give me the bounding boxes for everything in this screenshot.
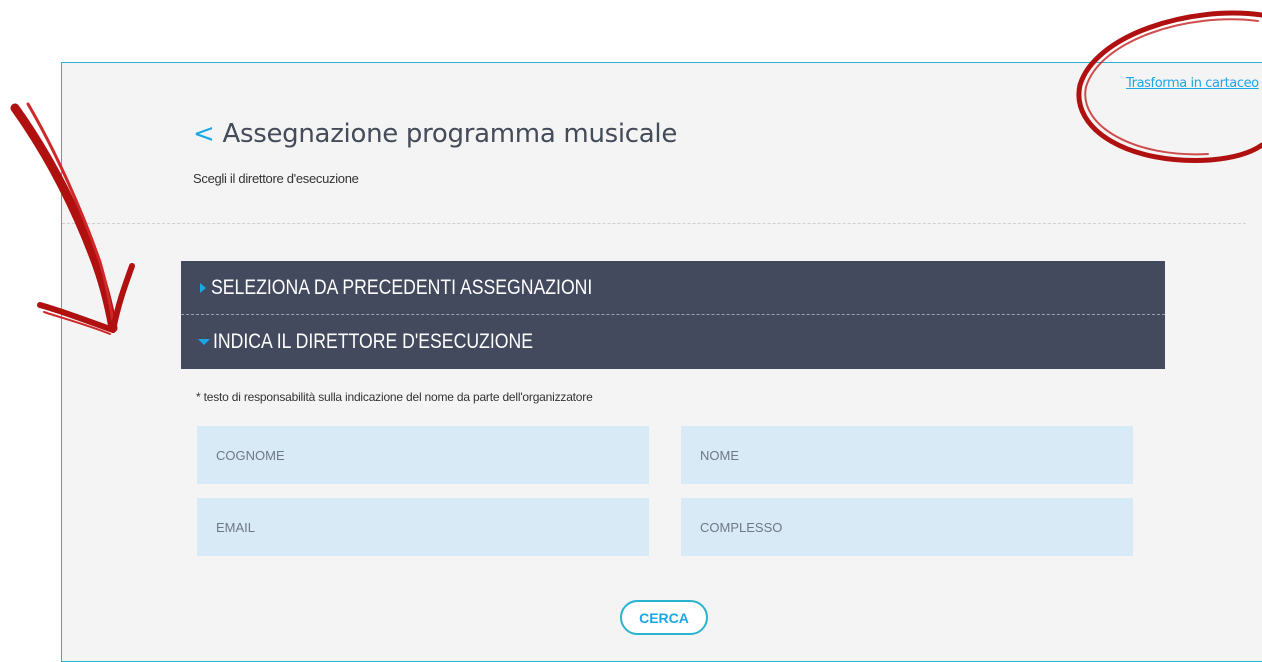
accordion: SELEZIONA DA PRECEDENTI ASSEGNAZIONI IND…	[181, 261, 1165, 369]
email-input[interactable]	[197, 498, 649, 556]
section-divider	[62, 223, 1246, 224]
convert-to-paper-link[interactable]: Trasforma in cartaceo	[1126, 76, 1259, 91]
responsibility-note: * testo di responsabilità sulla indicazi…	[196, 390, 593, 404]
accordion-item-indicate-director[interactable]: INDICA IL DIRETTORE D'ESECUZIONE	[181, 315, 1165, 369]
accordion-item-label: SELEZIONA DA PRECEDENTI ASSEGNAZIONI	[211, 275, 593, 299]
page-subtitle: Scegli il direttore d'esecuzione	[193, 171, 359, 186]
complesso-input[interactable]	[681, 498, 1133, 556]
search-button[interactable]: CERCA	[620, 600, 708, 635]
caret-down-icon	[198, 339, 210, 345]
cognome-input[interactable]	[197, 426, 649, 484]
caret-right-icon	[200, 282, 206, 293]
page-title-text: Assegnazione programma musicale	[222, 119, 678, 149]
nome-input[interactable]	[681, 426, 1133, 484]
accordion-item-previous-assignments[interactable]: SELEZIONA DA PRECEDENTI ASSEGNAZIONI	[181, 261, 1165, 315]
accordion-item-label: INDICA IL DIRETTORE D'ESECUZIONE	[213, 330, 533, 353]
back-chevron-icon[interactable]: <	[193, 119, 215, 149]
page-title: < Assegnazione programma musicale	[193, 119, 677, 149]
